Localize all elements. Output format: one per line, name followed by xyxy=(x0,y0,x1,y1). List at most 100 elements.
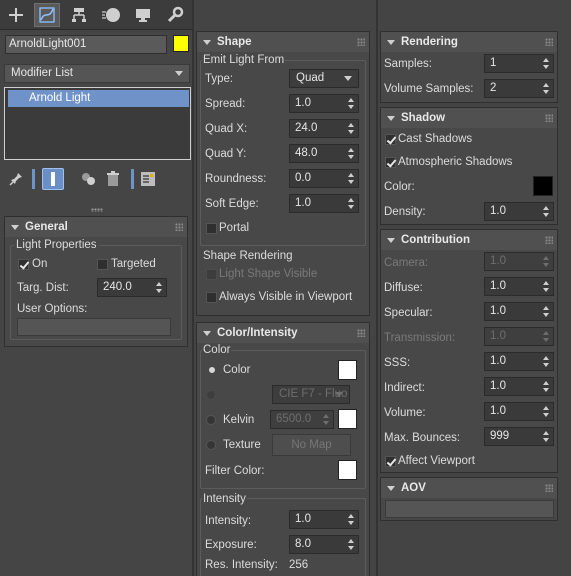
drag-grip-icon[interactable] xyxy=(545,236,553,244)
light-shape-visible-checkbox[interactable] xyxy=(206,269,217,280)
modify-tab[interactable] xyxy=(34,3,60,27)
contribution-rollout: Contribution Camera: 1.0 Diffuse: 1.0 Sp… xyxy=(380,229,558,473)
drag-grip-icon[interactable] xyxy=(357,38,365,46)
quad-x-spinner[interactable]: 24.0 xyxy=(289,119,359,138)
quad-y-value: 48.0 xyxy=(295,147,318,159)
pin-stack-icon[interactable] xyxy=(8,171,24,190)
portal-checkbox[interactable] xyxy=(206,223,217,234)
rendering-rollout-header[interactable]: Rendering xyxy=(381,32,557,52)
exposure-spinner[interactable]: 8.0 xyxy=(289,535,359,554)
affect-viewport-checkbox[interactable] xyxy=(385,456,396,467)
color-swatch[interactable] xyxy=(338,360,357,380)
quad-x-label: Quad X: xyxy=(205,123,248,135)
portal-label: Portal xyxy=(219,222,250,234)
spread-label: Spread: xyxy=(205,98,246,110)
density-label: Density: xyxy=(384,206,426,218)
shadow-color-swatch[interactable] xyxy=(533,176,553,196)
no-map-button[interactable]: No Map xyxy=(272,434,351,456)
type-value: Quad xyxy=(296,72,325,84)
rendering-title: Rendering xyxy=(401,36,458,48)
filter-color-swatch[interactable] xyxy=(338,460,357,480)
stack-item-arnold-light[interactable]: Arnold Light xyxy=(8,90,189,107)
volume-samples-value: 2 xyxy=(490,82,497,94)
volume-spinner[interactable]: 1.0 xyxy=(484,402,554,421)
hierarchy-icon xyxy=(72,8,86,22)
emit-light-label: Emit Light From xyxy=(202,54,286,66)
configure-modifier-sets-icon[interactable] xyxy=(140,171,156,190)
sss-label: SSS: xyxy=(384,357,411,369)
volume-samples-spinner[interactable]: 2 xyxy=(484,79,554,98)
targ-dist-spinner[interactable]: 240.0 xyxy=(97,278,167,297)
texture-radio[interactable] xyxy=(206,440,216,450)
resize-handle[interactable] xyxy=(91,208,103,212)
density-spinner[interactable]: 1.0 xyxy=(484,202,554,221)
modifier-stack[interactable]: Arnold Light xyxy=(4,87,191,160)
kelvin-swatch[interactable] xyxy=(338,409,357,429)
modifier-list-dropdown[interactable]: Modifier List xyxy=(4,64,190,83)
drag-grip-icon[interactable] xyxy=(175,223,183,231)
show-end-result-button[interactable] xyxy=(42,168,64,190)
intensity-spinner[interactable]: 1.0 xyxy=(289,510,359,529)
display-tab[interactable] xyxy=(130,3,156,27)
drag-grip-icon[interactable] xyxy=(357,329,365,337)
cast-shadows-checkbox[interactable] xyxy=(385,134,396,145)
atmospheric-shadows-checkbox[interactable] xyxy=(385,157,396,168)
aov-rollout-header[interactable]: AOV xyxy=(381,478,557,498)
shape-rollout: Shape Emit Light From Type: Quad Spread:… xyxy=(196,31,370,316)
on-label: On xyxy=(32,258,48,270)
filter-color-label: Filter Color: xyxy=(205,465,265,477)
general-title: General xyxy=(25,221,68,233)
texture-label: Texture xyxy=(223,439,261,451)
stack-divider-2 xyxy=(131,169,134,189)
drag-grip-icon[interactable] xyxy=(545,114,553,122)
targeted-checkbox[interactable] xyxy=(97,259,108,270)
make-unique-icon[interactable] xyxy=(80,171,98,190)
object-name-field[interactable]: ArnoldLight001 xyxy=(5,35,167,54)
color-radio[interactable] xyxy=(209,367,215,373)
contribution-rollout-header[interactable]: Contribution xyxy=(381,230,557,250)
camera-spinner[interactable]: 1.0 xyxy=(484,252,554,271)
soft-edge-value: 1.0 xyxy=(295,197,311,209)
general-rollout-header[interactable]: General xyxy=(5,217,187,237)
spread-spinner[interactable]: 1.0 xyxy=(289,94,359,113)
remove-modifier-icon[interactable] xyxy=(106,171,120,190)
specular-spinner[interactable]: 1.0 xyxy=(484,302,554,321)
always-visible-checkbox[interactable] xyxy=(206,292,217,303)
max-bounces-label: Max. Bounces: xyxy=(384,432,461,444)
shape-rollout-header[interactable]: Shape xyxy=(197,32,369,52)
shadow-rollout-header[interactable]: Shadow xyxy=(381,108,557,128)
preset-dropdown[interactable]: CIE F7 - Fluo xyxy=(272,385,350,404)
soft-edge-spinner[interactable]: 1.0 xyxy=(289,194,359,213)
create-tab[interactable] xyxy=(3,3,29,27)
camera-value: 1.0 xyxy=(490,255,506,267)
drag-grip-icon[interactable] xyxy=(545,484,553,492)
max-bounces-spinner[interactable]: 999 xyxy=(484,427,554,446)
user-options-field[interactable] xyxy=(17,318,171,336)
indirect-spinner[interactable]: 1.0 xyxy=(484,377,554,396)
hierarchy-tab[interactable] xyxy=(66,3,92,27)
kelvin-spinner[interactable]: 6500.0 xyxy=(270,410,334,429)
transmission-spinner[interactable]: 1.0 xyxy=(484,327,554,346)
quad-x-value: 24.0 xyxy=(295,122,318,134)
color-intensity-rollout: Color/Intensity Color Color CIE F7 - Flu… xyxy=(196,322,370,576)
on-checkbox[interactable] xyxy=(18,259,29,270)
collapse-triangle-icon xyxy=(387,115,395,121)
roundness-spinner[interactable]: 0.0 xyxy=(289,169,359,188)
samples-spinner[interactable]: 1 xyxy=(484,54,554,73)
aov-field[interactable] xyxy=(385,500,554,518)
preset-radio[interactable] xyxy=(206,390,216,400)
modify-curve-icon xyxy=(39,7,55,23)
utilities-tab[interactable] xyxy=(162,3,188,27)
atmospheric-shadows-label: Atmospheric Shadows xyxy=(398,156,513,168)
shadow-rollout: Shadow Cast Shadows Atmospheric Shadows … xyxy=(380,107,558,225)
kelvin-radio[interactable] xyxy=(206,415,216,425)
soft-edge-label: Soft Edge: xyxy=(205,198,259,210)
color-intensity-rollout-header[interactable]: Color/Intensity xyxy=(197,323,369,343)
type-dropdown[interactable]: Quad xyxy=(289,69,359,88)
motion-tab[interactable] xyxy=(98,3,124,27)
quad-y-spinner[interactable]: 48.0 xyxy=(289,144,359,163)
sss-spinner[interactable]: 1.0 xyxy=(484,352,554,371)
drag-grip-icon[interactable] xyxy=(545,38,553,46)
object-color-swatch[interactable] xyxy=(173,35,189,52)
diffuse-spinner[interactable]: 1.0 xyxy=(484,277,554,296)
